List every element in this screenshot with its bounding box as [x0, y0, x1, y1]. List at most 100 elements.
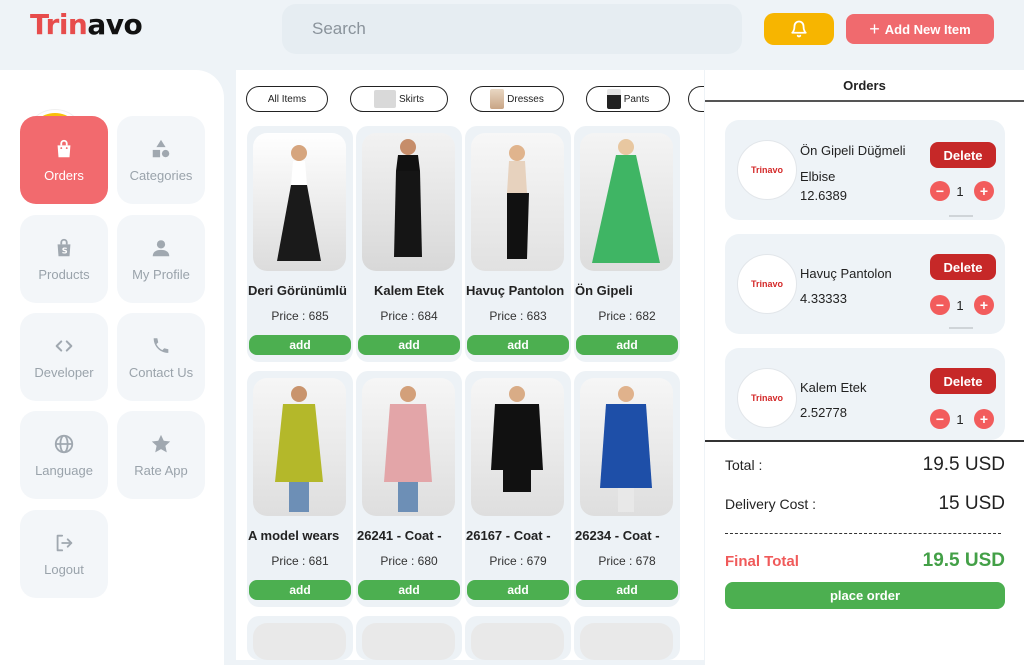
place-order-button[interactable]: place order — [725, 582, 1005, 609]
add-button[interactable]: add — [249, 580, 351, 600]
notifications-button[interactable] — [764, 13, 834, 45]
star-icon — [151, 434, 171, 452]
category-thumbnail — [374, 90, 396, 108]
logout-icon — [56, 534, 73, 551]
quantity-value: 1 — [956, 412, 964, 427]
product-card[interactable] — [247, 616, 353, 660]
product-image — [580, 133, 673, 271]
order-item-logo: Trinavo — [737, 140, 797, 200]
increase-qty-button[interactable]: + — [974, 181, 994, 201]
category-chip-pants[interactable]: Pants — [586, 86, 670, 112]
order-item-name: Ön Gipeli Düğmeli Elbise — [800, 143, 906, 184]
product-image — [580, 378, 673, 516]
brand-logo: Trinavo — [30, 8, 143, 41]
decrease-qty-button[interactable]: − — [930, 409, 950, 429]
product-image — [253, 623, 346, 660]
sidebar-item-my-profile[interactable]: My Profile — [117, 215, 205, 303]
user-icon — [152, 239, 170, 256]
category-chip-all[interactable]: All Items — [246, 86, 328, 112]
code-icon — [55, 339, 73, 352]
sidebar-item-developer[interactable]: Developer — [20, 313, 108, 401]
product-image — [471, 378, 564, 516]
increase-qty-button[interactable]: + — [974, 295, 994, 315]
order-item: Trinavo Havuç Pantolon 4.33333 Delete − … — [725, 234, 1005, 334]
delete-button[interactable]: Delete — [930, 142, 996, 168]
product-image — [471, 623, 564, 660]
sidebar-item-logout[interactable]: Logout — [20, 510, 108, 598]
product-card[interactable]: Ön Gipeli Price : 682 add — [574, 126, 680, 362]
order-summary: Total : 19.5 USD Delivery Cost : 15 USD … — [705, 440, 1024, 665]
delete-button[interactable]: Delete — [930, 368, 996, 394]
order-item: Trinavo Ön Gipeli Düğmeli Elbise 12.6389… — [725, 120, 1005, 220]
product-card[interactable]: Havuç Pantolon Price : 683 add — [465, 126, 571, 362]
add-button[interactable]: add — [358, 335, 460, 355]
add-new-item-button[interactable]: + Add New Item — [846, 14, 994, 44]
product-image — [471, 133, 564, 271]
product-card[interactable] — [465, 616, 571, 660]
product-card[interactable] — [574, 616, 680, 660]
final-total-row: Final Total 19.5 USD — [725, 550, 1005, 571]
add-button[interactable]: add — [467, 580, 569, 600]
category-chip-dresses[interactable]: Dresses — [470, 86, 564, 112]
order-item-name: Havuç Pantolon — [800, 266, 892, 281]
phone-icon — [153, 337, 169, 353]
add-button[interactable]: add — [576, 335, 678, 355]
order-item-value: 4.33333 — [800, 291, 847, 306]
add-button[interactable]: add — [576, 580, 678, 600]
sidebar-item-language[interactable]: Language — [20, 411, 108, 499]
decrease-qty-button[interactable]: − — [930, 181, 950, 201]
order-item-logo: Trinavo — [737, 254, 797, 314]
product-image — [362, 623, 455, 660]
order-item-value: 2.52778 — [800, 405, 847, 420]
category-bar: All Items Skirts Dresses Pants — [246, 86, 670, 112]
product-image — [253, 133, 346, 271]
sidebar: Orders Categories S Products My Profile … — [0, 70, 224, 665]
add-button[interactable]: add — [358, 580, 460, 600]
category-thumbnail — [490, 89, 505, 109]
category-chip-skirts[interactable]: Skirts — [350, 86, 448, 112]
search-input[interactable]: Search — [282, 4, 742, 54]
add-button[interactable]: add — [467, 335, 569, 355]
product-card[interactable]: Kalem Etek Price : 684 add — [356, 126, 462, 362]
quantity-value: 1 — [956, 298, 964, 313]
sidebar-item-contact-us[interactable]: Contact Us — [117, 313, 205, 401]
increase-qty-button[interactable]: + — [974, 409, 994, 429]
decrease-qty-button[interactable]: − — [930, 295, 950, 315]
bag-icon — [57, 139, 71, 157]
svg-text:S: S — [62, 245, 68, 255]
category-chip-partial[interactable] — [688, 86, 704, 112]
sidebar-item-categories[interactable]: Categories — [117, 116, 205, 204]
total-row: Total : 19.5 USD — [725, 454, 1005, 475]
scroll-indicator — [949, 215, 973, 217]
product-image — [362, 133, 455, 271]
shapes-icon — [152, 139, 170, 157]
product-card[interactable]: 26167 - Coat - Price : 679 add — [465, 371, 571, 607]
summary-divider — [725, 533, 1001, 534]
scroll-indicator — [949, 327, 973, 329]
sidebar-item-products[interactable]: S Products — [20, 215, 108, 303]
order-item-logo: Trinavo — [737, 368, 797, 428]
product-image — [362, 378, 455, 516]
product-card[interactable]: Deri Görünümlü Price : 685 add — [247, 126, 353, 362]
category-thumbnail — [606, 89, 621, 109]
plus-icon: + — [869, 19, 880, 39]
delete-button[interactable]: Delete — [930, 254, 996, 280]
order-item-name: Kalem Etek — [800, 380, 867, 395]
sidebar-item-orders[interactable]: Orders — [20, 116, 108, 204]
shopify-bag-icon: S — [57, 238, 71, 256]
delivery-row: Delivery Cost : 15 USD — [725, 493, 1005, 514]
product-image — [580, 623, 673, 660]
order-item-value: 12.6389 — [800, 188, 847, 203]
bell-icon — [791, 20, 807, 38]
product-card[interactable]: 26241 - Coat - Price : 680 add — [356, 371, 462, 607]
product-panel: All Items Skirts Dresses Pants Deri Görü… — [236, 70, 704, 660]
product-card[interactable]: 26234 - Coat - Price : 678 add — [574, 371, 680, 607]
order-item: Trinavo Kalem Etek 2.52778 Delete − 1 + — [725, 348, 1005, 440]
orders-title: Orders — [705, 70, 1024, 102]
add-button[interactable]: add — [249, 335, 351, 355]
globe-icon — [54, 434, 74, 453]
product-card[interactable] — [356, 616, 462, 660]
product-card[interactable]: A model wears Price : 681 add — [247, 371, 353, 607]
quantity-value: 1 — [956, 184, 964, 199]
sidebar-item-rate-app[interactable]: Rate App — [117, 411, 205, 499]
